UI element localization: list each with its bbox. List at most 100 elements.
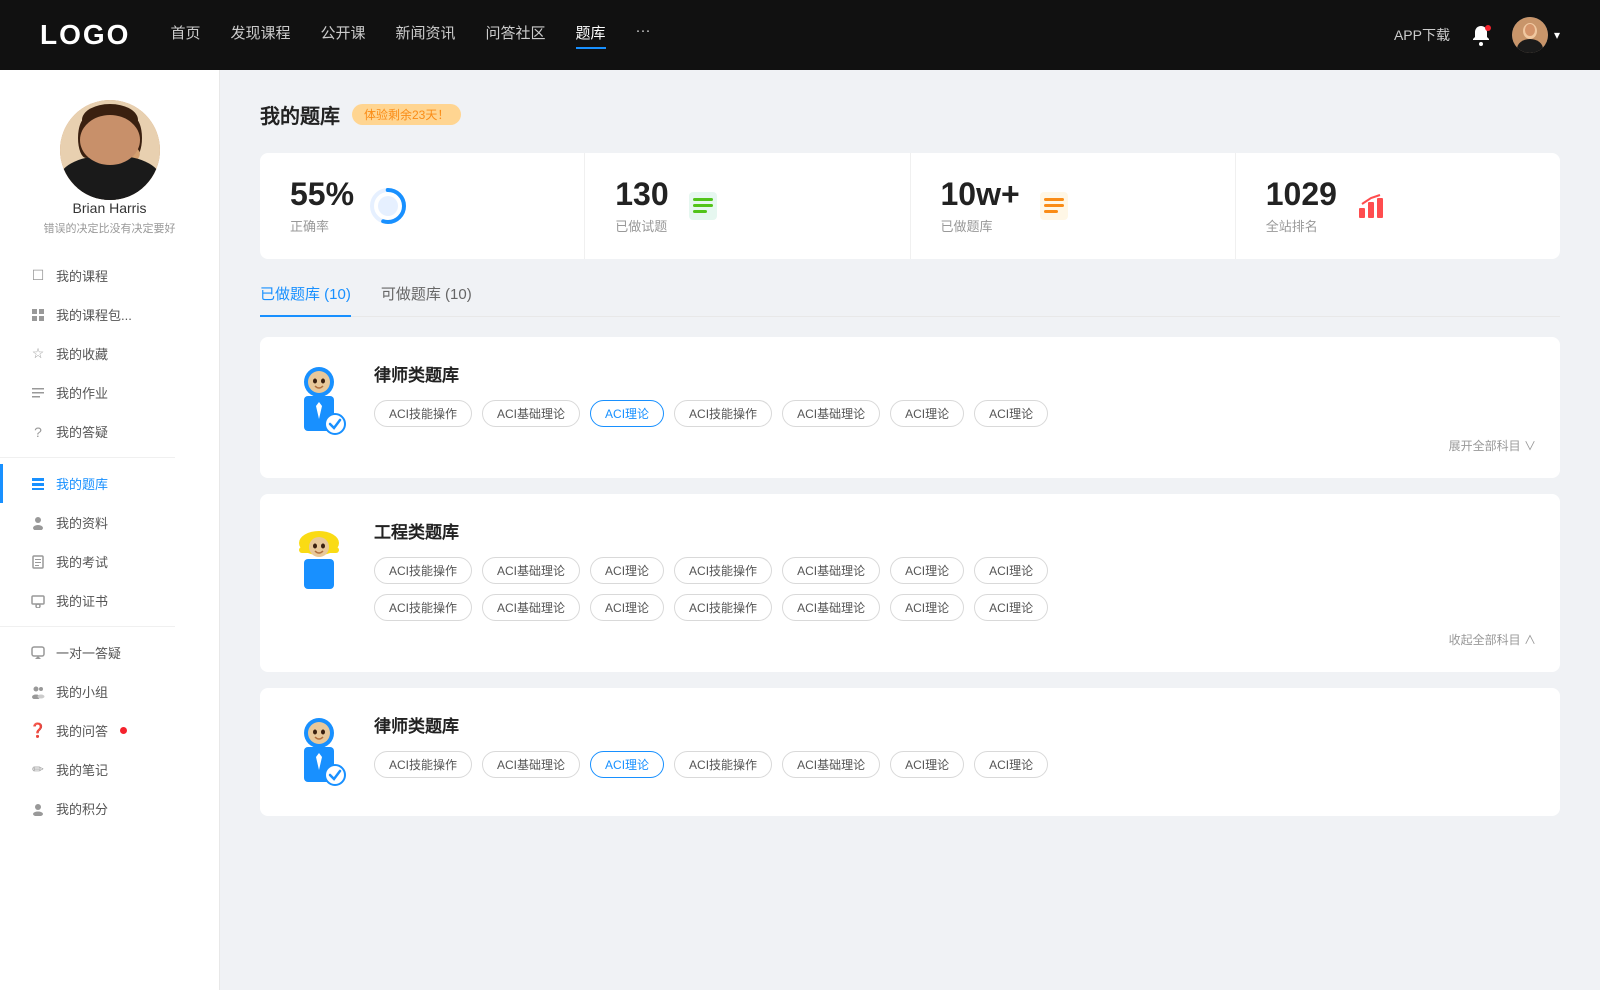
exam-icon: [30, 554, 46, 570]
tag-item[interactable]: ACI基础理论: [782, 557, 880, 584]
questions-icon: [685, 188, 721, 224]
notes-icon: ✏: [30, 762, 46, 778]
sidebar-item-points[interactable]: 我的积分: [0, 789, 219, 828]
package-icon: [30, 307, 46, 323]
sidebar-item-homework[interactable]: 我的作业: [0, 373, 219, 412]
stat-rank: 1029 全站排名: [1236, 153, 1560, 259]
tag-item[interactable]: ACI技能操作: [674, 557, 772, 584]
tag-item[interactable]: ACI理论: [974, 557, 1048, 584]
user-name: Brian Harris: [73, 200, 147, 216]
tag-item[interactable]: ACI基础理论: [482, 751, 580, 778]
nav-more[interactable]: ···: [636, 22, 651, 49]
tag-item[interactable]: ACI技能操作: [674, 751, 772, 778]
engineer-title: 工程类题库: [374, 518, 1536, 543]
lawyer1-tags: ACI技能操作 ACI基础理论 ACI理论 ACI技能操作 ACI基础理论 AC…: [374, 400, 1536, 427]
tag-item[interactable]: ACI技能操作: [374, 751, 472, 778]
app-download-button[interactable]: APP下载: [1394, 25, 1450, 45]
avatar: [1512, 17, 1548, 53]
tag-item[interactable]: ACI理论: [974, 400, 1048, 427]
engineer-icon: [284, 518, 354, 598]
tag-item[interactable]: ACI技能操作: [674, 594, 772, 621]
sidebar-item-favorites[interactable]: ☆ 我的收藏: [0, 334, 219, 373]
tag-item[interactable]: ACI技能操作: [374, 557, 472, 584]
logo: LOGO: [40, 19, 130, 51]
profile-icon: [30, 515, 46, 531]
rank-label: 全站排名: [1266, 216, 1337, 235]
sidebar-item-tutoring[interactable]: 一对一答疑: [0, 633, 219, 672]
tag-item[interactable]: ACI理论: [890, 400, 964, 427]
bank-card-engineer: 工程类题库 ACI技能操作 ACI基础理论 ACI理论 ACI技能操作 ACI基…: [260, 494, 1560, 672]
sidebar-divider-1: [0, 457, 175, 458]
nav-open-course[interactable]: 公开课: [320, 22, 365, 49]
layout: Brian Harris 错误的决定比没有决定要好 ☐ 我的课程 我的课程包..…: [0, 70, 1600, 990]
sidebar-item-questions[interactable]: ? 我的答疑: [0, 412, 219, 451]
tag-item[interactable]: ACI基础理论: [782, 594, 880, 621]
stat-done-banks: 10w+ 已做题库: [911, 153, 1236, 259]
main-content: 我的题库 体验剩余23天！ 55% 正确率: [220, 70, 1600, 990]
rank-num: 1029: [1266, 177, 1337, 212]
lawyer-icon-2: [284, 712, 354, 792]
profile-avatar: [60, 100, 160, 200]
sidebar-item-certificate[interactable]: 我的证书: [0, 581, 219, 620]
tag-item[interactable]: ACI理论: [890, 557, 964, 584]
nav-home[interactable]: 首页: [170, 22, 200, 49]
engineer-tags-row1: ACI技能操作 ACI基础理论 ACI理论 ACI技能操作 ACI基础理论 AC…: [374, 557, 1536, 584]
engineer-tags-row2: ACI技能操作 ACI基础理论 ACI理论 ACI技能操作 ACI基础理论 AC…: [374, 594, 1536, 621]
sidebar-item-notes[interactable]: ✏ 我的笔记: [0, 750, 219, 789]
tag-item[interactable]: ACI技能操作: [374, 400, 472, 427]
avatar-chevron: ▾: [1554, 28, 1560, 42]
nav-qa[interactable]: 问答社区: [486, 22, 546, 49]
banks-icon: [1036, 188, 1072, 224]
tag-item[interactable]: ACI理论: [590, 594, 664, 621]
nav-question-bank[interactable]: 题库: [576, 22, 606, 49]
sidebar-item-my-questions[interactable]: ❓ 我的问答: [0, 711, 219, 750]
tag-item[interactable]: ACI理论: [590, 557, 664, 584]
unread-dot: [120, 727, 127, 734]
tag-item[interactable]: ACI理论: [890, 594, 964, 621]
accuracy-num: 55%: [290, 177, 354, 212]
accuracy-label: 正确率: [290, 216, 354, 235]
sidebar-item-course-package[interactable]: 我的课程包...: [0, 295, 219, 334]
stat-done-questions: 130 已做试题: [585, 153, 910, 259]
points-icon: [30, 801, 46, 817]
courses-icon: ☐: [30, 268, 46, 284]
done-banks-label: 已做题库: [941, 216, 1020, 235]
tag-item[interactable]: ACI技能操作: [374, 594, 472, 621]
bank-card-lawyer2: 律师类题库 ACI技能操作 ACI基础理论 ACI理论 ACI技能操作 ACI基…: [260, 688, 1560, 816]
tag-item-active[interactable]: ACI理论: [590, 400, 664, 427]
tag-item[interactable]: ACI基础理论: [782, 400, 880, 427]
tab-done[interactable]: 已做题库 (10): [260, 283, 351, 316]
tag-item-active[interactable]: ACI理论: [590, 751, 664, 778]
lawyer-icon-1: [284, 361, 354, 441]
chat-icon: [30, 645, 46, 661]
nav-discover[interactable]: 发现课程: [230, 22, 290, 49]
group-icon: [30, 684, 46, 700]
tag-item[interactable]: ACI基础理论: [482, 557, 580, 584]
tag-item[interactable]: ACI技能操作: [674, 400, 772, 427]
bank-card-lawyer1: 律师类题库 ACI技能操作 ACI基础理论 ACI理论 ACI技能操作 ACI基…: [260, 337, 1560, 478]
user-avatar-menu[interactable]: ▾: [1512, 17, 1560, 53]
page-header: 我的题库 体验剩余23天！: [260, 100, 1560, 129]
page-title: 我的题库: [260, 100, 340, 129]
tag-item[interactable]: ACI理论: [974, 594, 1048, 621]
tag-item[interactable]: ACI基础理论: [482, 400, 580, 427]
question-icon: ?: [30, 424, 46, 440]
tag-item[interactable]: ACI理论: [974, 751, 1048, 778]
sidebar-item-exam[interactable]: 我的考试: [0, 542, 219, 581]
certificate-icon: [30, 593, 46, 609]
sidebar-item-profile[interactable]: 我的资料: [0, 503, 219, 542]
collapse-link[interactable]: 收起全部科目 ∧: [374, 631, 1536, 648]
notification-bell[interactable]: [1470, 24, 1492, 46]
sidebar-divider-2: [0, 626, 175, 627]
sidebar-item-question-bank[interactable]: 我的题库: [0, 464, 219, 503]
sidebar-item-my-courses[interactable]: ☐ 我的课程: [0, 256, 219, 295]
tag-item[interactable]: ACI基础理论: [782, 751, 880, 778]
tag-item[interactable]: ACI基础理论: [482, 594, 580, 621]
nav-news[interactable]: 新闻资讯: [396, 22, 456, 49]
sidebar-item-groups[interactable]: 我的小组: [0, 672, 219, 711]
navbar: LOGO 首页 发现课程 公开课 新闻资讯 问答社区 题库 ··· APP下载: [0, 0, 1600, 70]
stats-row: 55% 正确率 130 已做试题: [260, 153, 1560, 259]
tab-available[interactable]: 可做题库 (10): [381, 283, 472, 316]
tag-item[interactable]: ACI理论: [890, 751, 964, 778]
expand-link-1[interactable]: 展开全部科目 ∨: [374, 437, 1536, 454]
